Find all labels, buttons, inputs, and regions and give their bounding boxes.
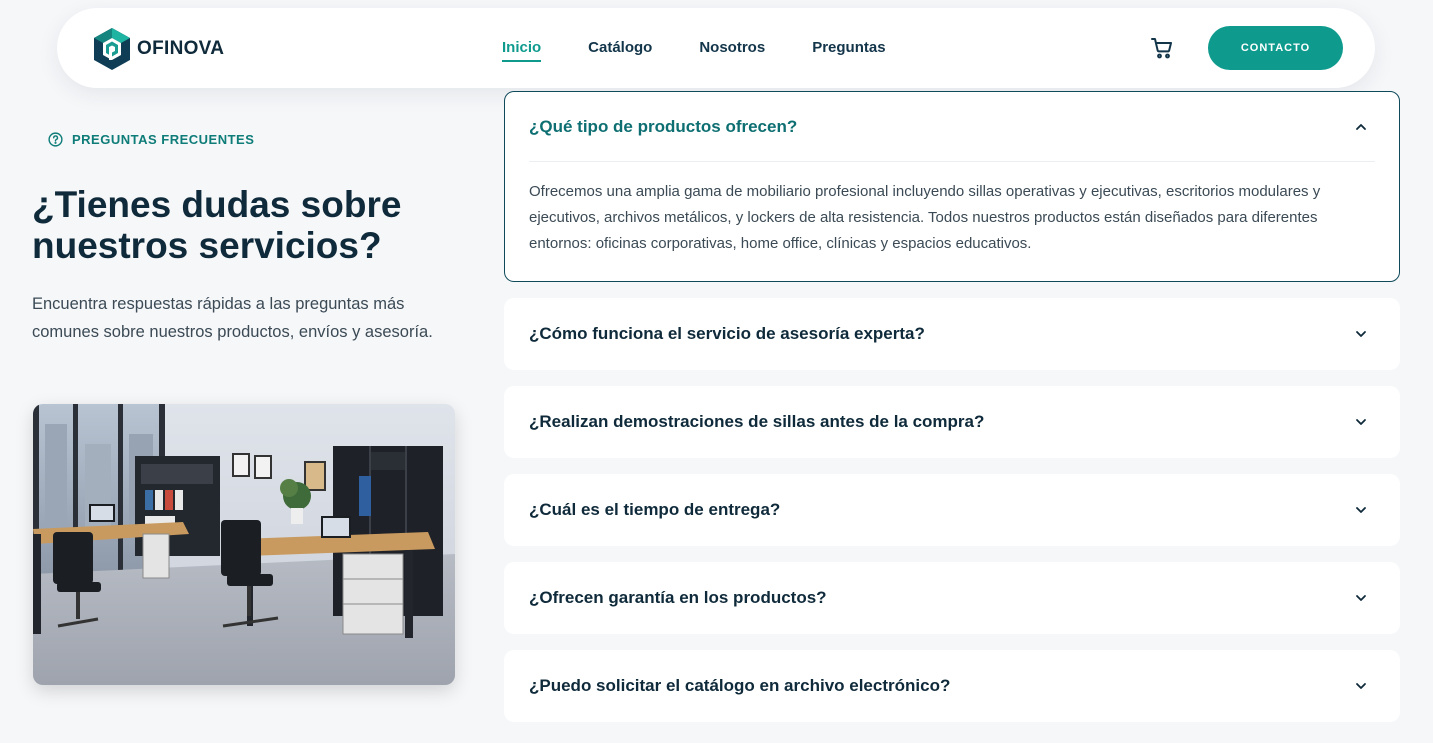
faq-question: ¿Puedo solicitar el catálogo en archivo … [529,676,951,695]
faq-item: ¿Realizan demostraciones de sillas antes… [504,386,1400,458]
office-illustration [33,404,455,685]
cart-icon [1151,38,1172,59]
eyebrow-label: PREGUNTAS FRECUENTES [72,132,255,147]
question-circle-icon [48,132,63,147]
faq-question: ¿Ofrecen garantía en los productos? [529,588,827,607]
office-photo [33,404,455,685]
faq-question-toggle[interactable]: ¿Qué tipo de productos ofrecen? [505,92,1399,161]
chevron-down-icon [1356,683,1366,689]
faq-question: ¿Cuál es el tiempo de entrega? [529,500,781,519]
faq-item: ¿Qué tipo de productos ofrecen? Ofrecemo… [504,91,1400,282]
faq-item: ¿Cuál es el tiempo de entrega? [504,474,1400,546]
primary-nav: Inicio Catálogo Nosotros Preguntas [502,39,933,62]
cart-button[interactable] [1150,36,1178,62]
faq-item: ¿Puedo solicitar el catálogo en archivo … [504,650,1400,722]
chevron-down-icon [1356,595,1366,601]
faq-item: ¿Cómo funciona el servicio de asesoría e… [504,298,1400,370]
contact-button[interactable]: CONTACTO [1208,26,1343,70]
brand-name: OFINOVA [137,38,225,59]
faq-question-toggle[interactable]: ¿Ofrecen garantía en los productos? [505,563,1399,633]
section-eyebrow: PREGUNTAS FRECUENTES [48,132,254,147]
intro-description: Encuentra respuestas rápidas a las pregu… [32,295,433,341]
faq-accordion: ¿Qué tipo de productos ofrecen? Ofrecemo… [504,91,1400,738]
faq-item: ¿Ofrecen garantía en los productos? [504,562,1400,634]
faq-question: ¿Cómo funciona el servicio de asesoría e… [529,324,925,343]
nav-link-catalogo[interactable]: Catálogo [588,39,652,62]
faq-answer: Ofrecemos una amplia gama de mobiliario … [529,183,1321,252]
faq-question: ¿Qué tipo de productos ofrecen? [529,116,798,136]
nav-link-inicio[interactable]: Inicio [502,39,542,62]
chevron-down-icon [1356,507,1366,513]
chevron-down-icon [1356,331,1366,337]
chevron-down-icon [1356,419,1366,425]
main-navbar: OFINOVA Inicio Catálogo Nosotros Pregunt… [57,8,1375,88]
logo-icon [94,28,130,70]
faq-question: ¿Realizan demostraciones de sillas antes… [529,412,985,431]
faq-question-toggle[interactable]: ¿Puedo solicitar el catálogo en archivo … [505,651,1399,721]
nav-link-preguntas[interactable]: Preguntas [812,39,885,62]
chevron-up-icon [1356,123,1366,130]
faq-question-toggle[interactable]: ¿Realizan demostraciones de sillas antes… [505,387,1399,457]
page-title: ¿Tienes dudas sobre nuestros servicios? [32,184,402,266]
nav-link-nosotros[interactable]: Nosotros [699,39,765,62]
brand-logo[interactable]: OFINOVA [91,26,224,72]
faq-question-toggle[interactable]: ¿Cómo funciona el servicio de asesoría e… [505,299,1399,369]
faq-question-toggle[interactable]: ¿Cuál es el tiempo de entrega? [505,475,1399,545]
